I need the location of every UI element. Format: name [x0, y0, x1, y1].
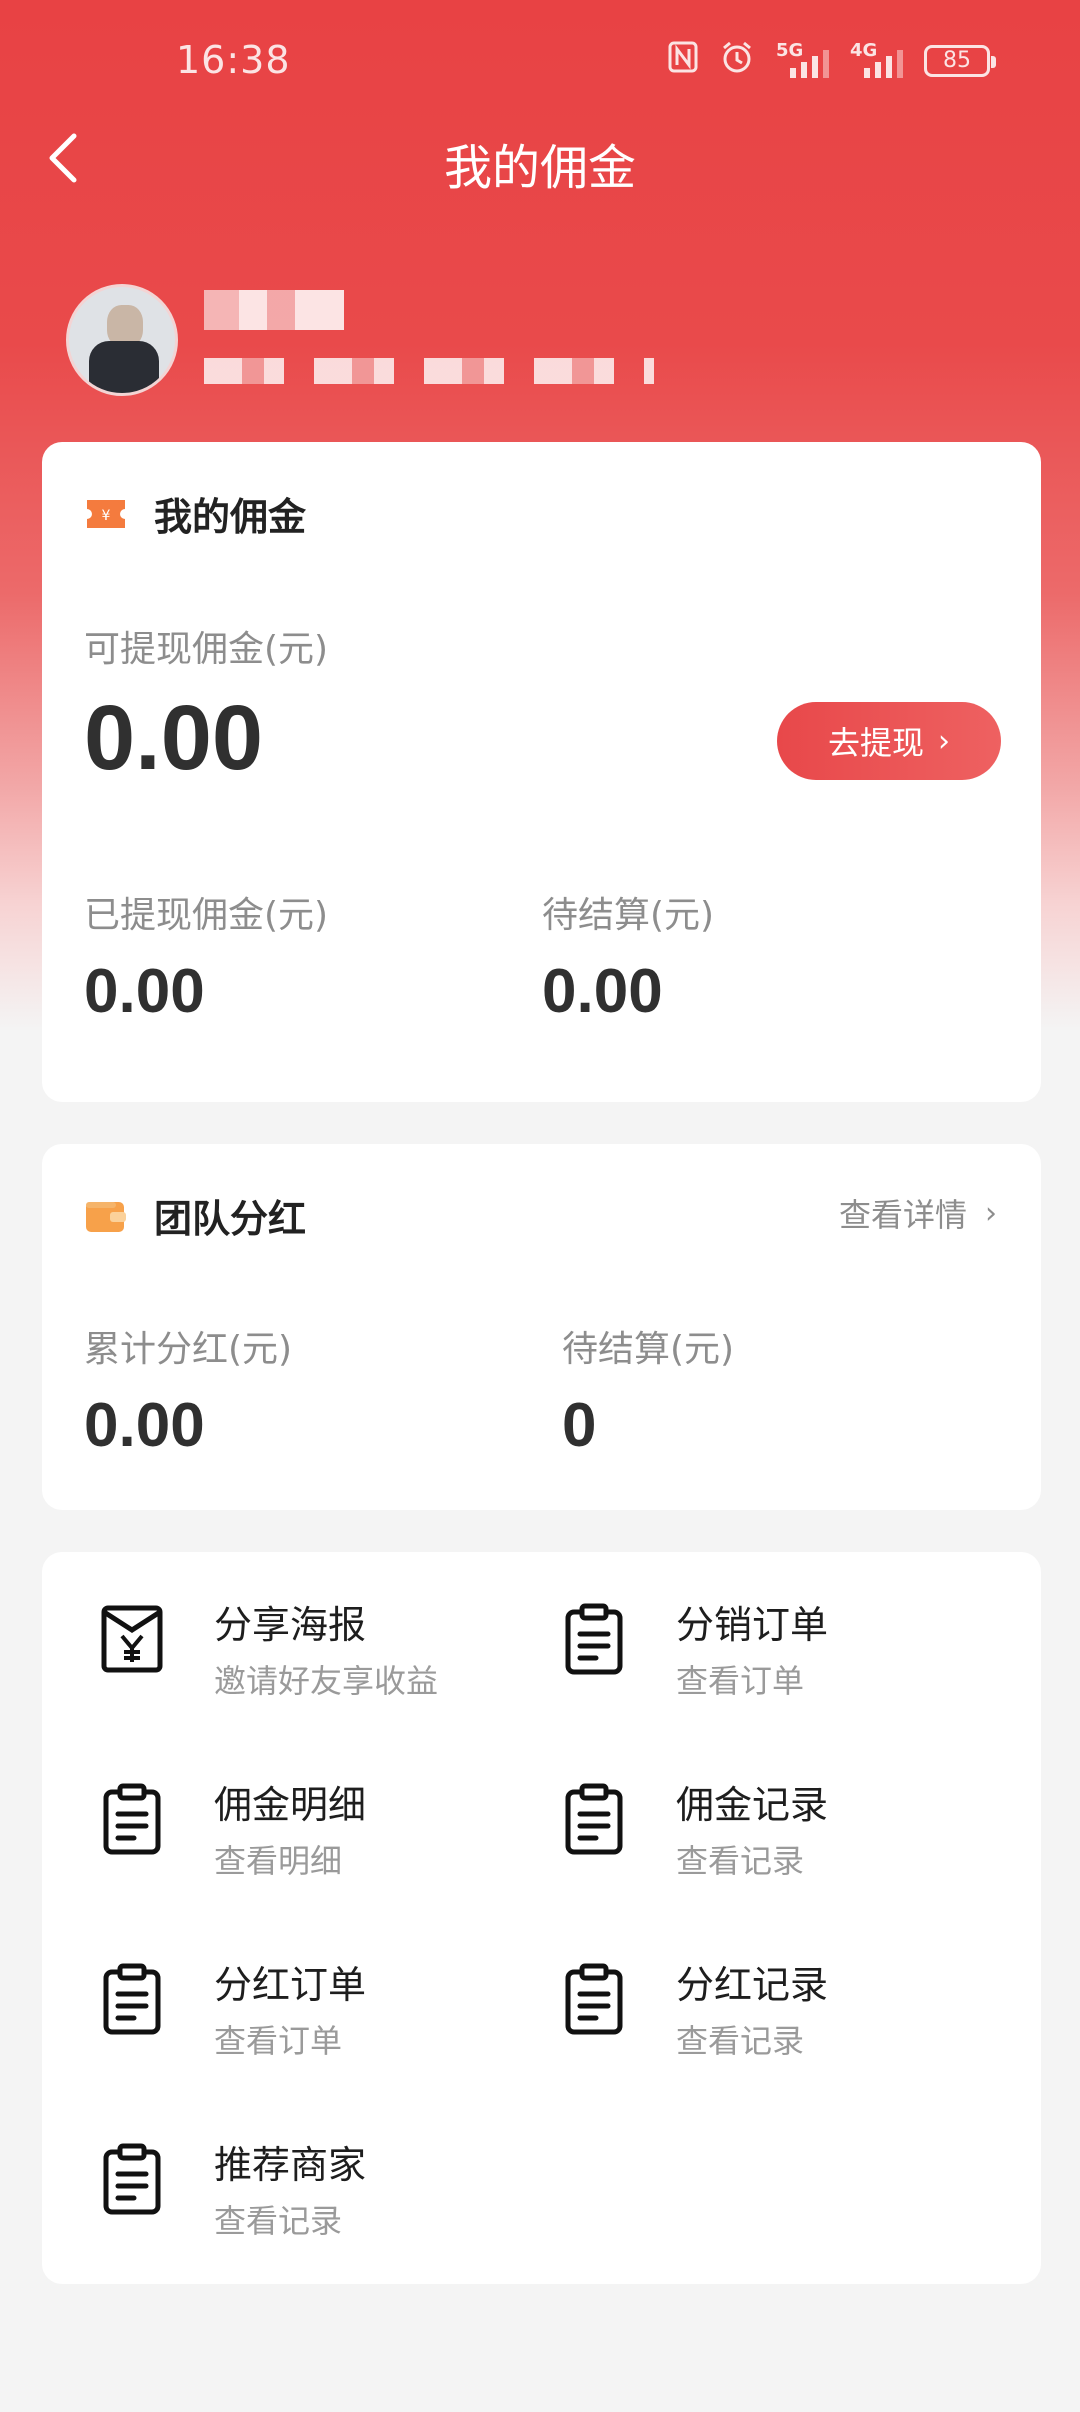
total-dividend-value: 0.00: [84, 1391, 205, 1460]
status-bar: 16:38 5G 4G 85: [0, 0, 1080, 120]
withdraw-button[interactable]: 去提现 ›: [777, 702, 1001, 780]
wallet-icon: [86, 1201, 126, 1232]
menu-item-title: 分享海报: [214, 1603, 367, 1647]
alarm-icon: [720, 40, 754, 82]
ticket-yen-icon: ¥: [87, 499, 125, 528]
menu-item-share-poster[interactable]: 分享海报 邀请好友享收益: [42, 1576, 502, 1706]
team-dividend-header: 团队分红: [84, 1188, 306, 1243]
menu-item-subtitle: 邀请好友享收益: [214, 1662, 439, 1700]
menu-item-title: 分红记录: [676, 1963, 829, 2007]
team-dividend-title: 团队分红: [154, 1197, 307, 1241]
menu-item-subtitle: 查看记录: [214, 2202, 343, 2240]
clipboard-icon: [565, 1963, 623, 2035]
function-menu-card: 分享海报 邀请好友享收益 分销订单 查看订单 佣金明细 查看明细 佣金记录 查看…: [42, 1552, 1041, 2284]
clipboard-icon: [103, 2143, 161, 2215]
status-time: 16:38: [176, 38, 291, 82]
page-title: 我的佣金: [443, 140, 636, 196]
menu-item-commission-details[interactable]: 佣金明细 查看明细: [42, 1756, 502, 1886]
pending-commission-label: 待结算(元): [542, 895, 715, 936]
menu-item-subtitle: 查看明细: [214, 1842, 343, 1880]
menu-item-dividend-orders[interactable]: 分红订单 查看订单: [42, 1936, 502, 2066]
signal-4g-icon: 4G: [850, 40, 903, 78]
battery-indicator: 85: [924, 45, 996, 77]
menu-item-subtitle: 查看订单: [676, 1662, 805, 1700]
commission-card-title: 我的佣金: [154, 495, 307, 539]
svg-text:¥: ¥: [102, 508, 111, 524]
chevron-right-icon: ›: [985, 1195, 997, 1231]
status-icons: 5G 4G 85: [668, 40, 996, 82]
withdrawn-commission-value: 0.00: [84, 957, 205, 1026]
view-details-link[interactable]: 查看详情 ›: [839, 1190, 997, 1236]
clipboard-icon: [565, 1783, 623, 1855]
user-id-redacted: [204, 358, 654, 384]
commission-card: ¥ 我的佣金 可提现佣金(元) 0.00 去提现 › 已提现佣金(元) 0.00…: [42, 442, 1041, 1102]
menu-item-title: 分销订单: [676, 1603, 829, 1647]
pending-dividend-label: 待结算(元): [562, 1329, 735, 1370]
nav-bar: 我的佣金: [0, 120, 1080, 200]
menu-item-title: 佣金记录: [676, 1783, 829, 1827]
avatar: [66, 284, 178, 396]
menu-item-title: 佣金明细: [214, 1783, 367, 1827]
signal-5g-icon: 5G: [776, 40, 829, 78]
pending-dividend-value: 0: [562, 1391, 597, 1460]
menu-item-dividend-records[interactable]: 分红记录 查看记录: [504, 1936, 964, 2066]
menu-item-subtitle: 查看记录: [676, 2022, 805, 2060]
team-dividend-card: 团队分红 查看详情 › 累计分红(元) 0.00 待结算(元) 0: [42, 1144, 1041, 1510]
clipboard-icon: [103, 1783, 161, 1855]
user-name-redacted: [204, 290, 344, 330]
withdraw-button-label: 去提现: [827, 724, 924, 762]
clipboard-icon: [103, 1963, 161, 2035]
menu-item-subtitle: 查看订单: [214, 2022, 343, 2060]
available-commission-value: 0.00: [84, 687, 264, 789]
menu-item-distribution-orders[interactable]: 分销订单 查看订单: [504, 1576, 964, 1706]
nfc-icon: [668, 41, 698, 81]
envelope-yen-icon: [101, 1605, 163, 1673]
commission-card-header: ¥ 我的佣金: [84, 486, 306, 541]
menu-item-title: 推荐商家: [214, 2143, 367, 2187]
pending-commission-value: 0.00: [542, 957, 663, 1026]
withdrawn-commission-label: 已提现佣金(元): [84, 895, 329, 936]
total-dividend-label: 累计分红(元): [84, 1329, 293, 1370]
menu-item-recommend-merchants[interactable]: 推荐商家 查看记录: [42, 2116, 502, 2246]
menu-item-commission-records[interactable]: 佣金记录 查看记录: [504, 1756, 964, 1886]
view-details-label: 查看详情: [838, 1196, 967, 1234]
menu-item-title: 分红订单: [214, 1963, 367, 2007]
clipboard-icon: [565, 1603, 623, 1675]
menu-item-subtitle: 查看记录: [676, 1842, 805, 1880]
available-commission-label: 可提现佣金(元): [84, 629, 329, 670]
chevron-right-icon: ›: [938, 723, 950, 759]
